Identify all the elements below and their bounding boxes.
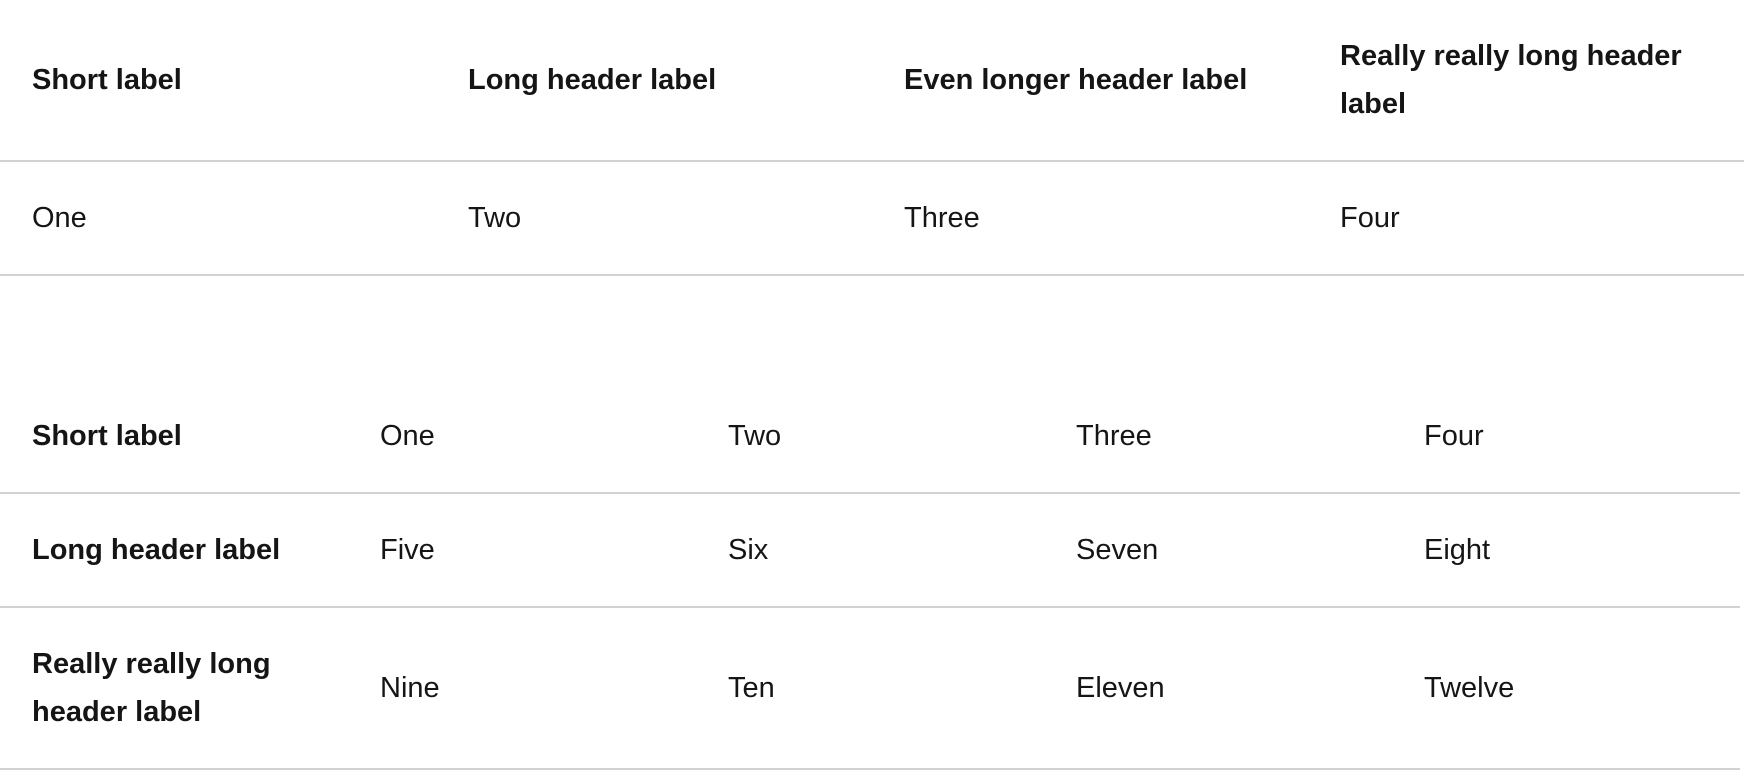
table-cell: Six [696, 493, 1044, 608]
table-cell: Two [436, 161, 872, 276]
row-header: Short label [0, 404, 348, 494]
table-cell: Five [348, 493, 696, 608]
table-cell: Eight [1392, 493, 1740, 608]
column-header: Short label [0, 0, 436, 162]
table-cell: Twelve [1392, 607, 1740, 770]
column-header: Long header label [436, 0, 872, 162]
table-cell: Two [696, 404, 1044, 494]
row-header: Really really long header label [0, 607, 348, 770]
table-cell: Seven [1044, 493, 1392, 608]
column-header-table: Short label Long header label Even longe… [0, 0, 1744, 276]
table-cell: Eleven [1044, 607, 1392, 770]
table-row: Really really long header label Nine Ten… [0, 607, 1740, 770]
table-row: Short label One Two Three Four [0, 404, 1740, 494]
table-cell: Three [1044, 404, 1392, 494]
table-row: Long header label Five Six Seven Eight [0, 493, 1740, 608]
table-cell: One [0, 161, 436, 276]
table-cell: Nine [348, 607, 696, 770]
table-cell: Ten [696, 607, 1044, 770]
table-cell: Four [1308, 161, 1744, 276]
table-header-row: Short label Long header label Even longe… [0, 0, 1744, 162]
row-header-table: Short label One Two Three Four Long head… [0, 404, 1740, 770]
table-row: One Two Three Four [0, 161, 1744, 276]
row-header: Long header label [0, 493, 348, 608]
column-header: Really really long header label [1308, 0, 1744, 162]
table-cell: Three [872, 161, 1308, 276]
table-cell: One [348, 404, 696, 494]
table-cell: Four [1392, 404, 1740, 494]
column-header: Even longer header label [872, 0, 1308, 162]
